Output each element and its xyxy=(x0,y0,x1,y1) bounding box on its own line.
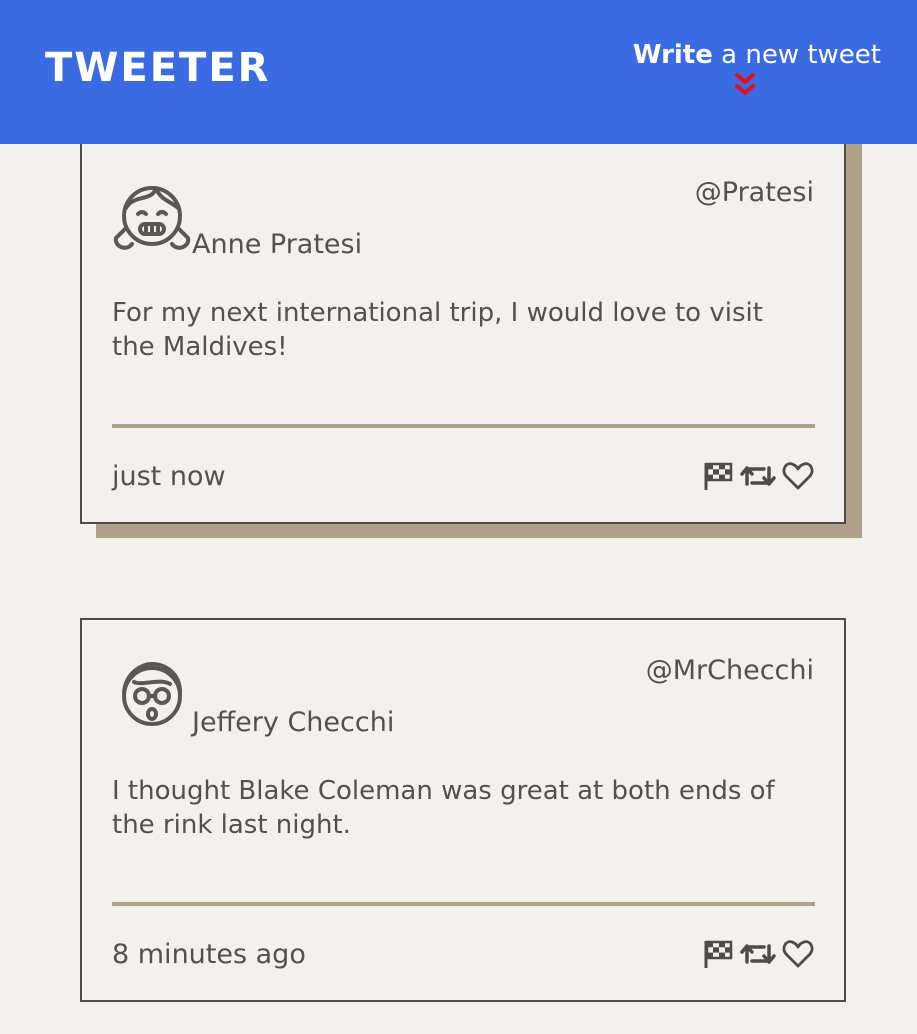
tweet-actions xyxy=(702,460,814,492)
tweet-timestamp: just now xyxy=(112,461,226,492)
tweet-timestamp: 8 minutes ago xyxy=(112,939,306,970)
compose-label-bold: Write xyxy=(632,40,713,70)
double-chevron-down-icon[interactable] xyxy=(733,72,757,98)
divider xyxy=(112,902,815,906)
write-new-tweet-button[interactable]: Write a new tweet xyxy=(632,38,881,95)
tweet-card: Anne Pratesi @Pratesi For my next intern… xyxy=(80,120,846,524)
heart-icon[interactable] xyxy=(782,460,814,492)
top-nav-bar: TWEETER Write a new tweet xyxy=(0,0,917,144)
retweet-icon[interactable] xyxy=(740,460,776,492)
heart-icon[interactable] xyxy=(782,938,814,970)
author-name: Anne Pratesi xyxy=(192,229,363,260)
tweet-card: Jeffery Checchi @MrChecchi I thought Bla… xyxy=(80,618,846,1002)
boy-glasses-avatar-icon xyxy=(122,662,182,726)
tweet-content: I thought Blake Coleman was great at bot… xyxy=(112,776,775,840)
girl-avatar-icon xyxy=(113,186,191,250)
author-name: Jeffery Checchi xyxy=(192,707,395,738)
author-handle: @MrChecchi xyxy=(645,655,814,686)
flag-icon[interactable] xyxy=(702,938,734,970)
divider xyxy=(112,424,815,428)
compose-label-rest: a new tweet xyxy=(712,40,881,70)
flag-icon[interactable] xyxy=(702,460,734,492)
app-logo[interactable]: TWEETER xyxy=(45,44,270,92)
author-handle: @Pratesi xyxy=(694,177,814,208)
retweet-icon[interactable] xyxy=(740,938,776,970)
tweet-actions xyxy=(702,938,814,970)
tweet-content: For my next international trip, I would … xyxy=(112,298,763,362)
